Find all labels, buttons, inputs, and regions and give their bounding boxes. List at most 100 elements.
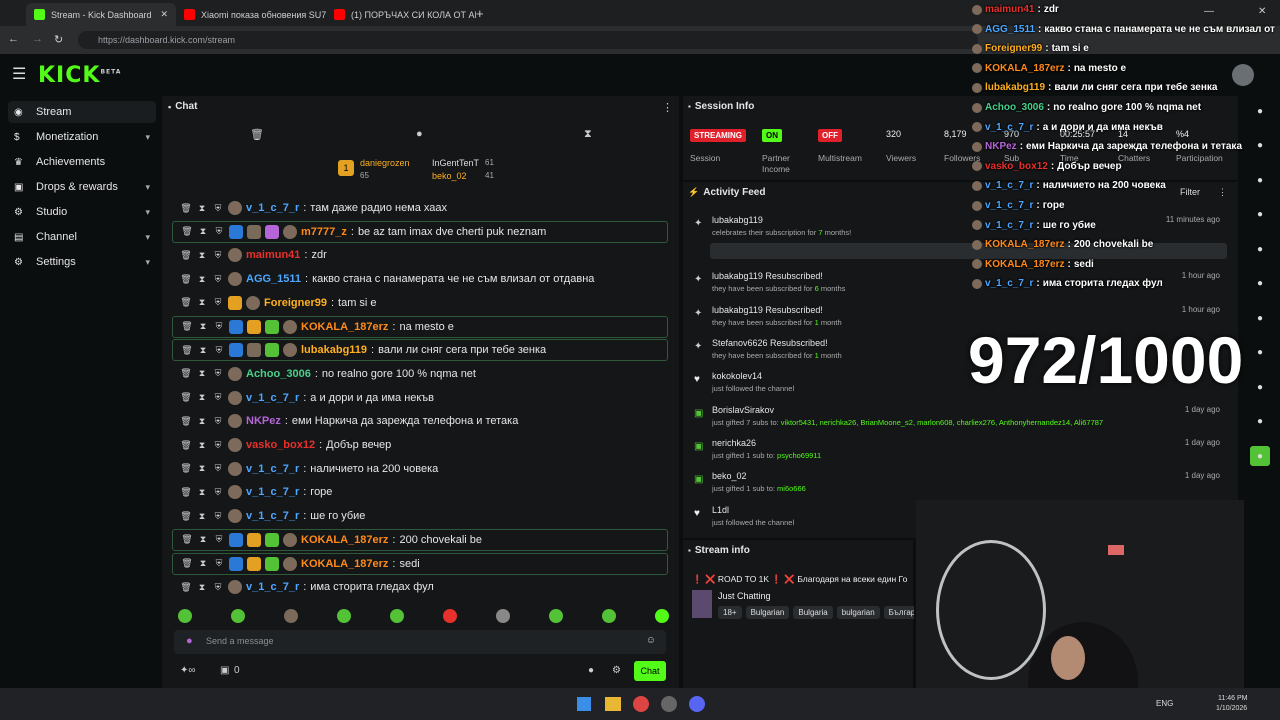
chevron-down-icon[interactable]: ▾	[145, 232, 150, 243]
delete-message-icon[interactable]: 🗑	[180, 203, 192, 214]
chat-username[interactable]: KOKALA_187erz	[301, 321, 388, 333]
delete-message-icon[interactable]: 🗑	[180, 274, 192, 285]
taskbar-time[interactable]: 11:46 PM	[1218, 695, 1247, 702]
chat-message[interactable]: 🗑 ⧗ ⛨ KOKALA_187erz: sedi	[172, 552, 668, 575]
bolt-icon[interactable]: ●	[1250, 205, 1270, 225]
windows-start-icon[interactable]	[577, 697, 591, 711]
sidebar-item-channel[interactable]: ▤ Channel ▾	[8, 226, 156, 248]
menu-icon[interactable]: ☰	[12, 64, 26, 84]
chat-username[interactable]: v_1_c_7_r	[246, 202, 299, 214]
emote-icon[interactable]	[337, 609, 351, 623]
activity-item[interactable]: ▣ BorislavSirakov just gifted 7 subs to: v…	[690, 405, 1230, 437]
timeout-icon[interactable]: ⧗	[197, 534, 209, 545]
chat-username[interactable]: v_1_c_7_r	[246, 510, 299, 522]
delete-message-icon[interactable]: 🗑	[180, 487, 192, 498]
chevron-down-icon[interactable]: ▾	[145, 207, 150, 218]
sidebar-item-achievements[interactable]: ♛ Achievements	[8, 151, 156, 173]
delete-message-icon[interactable]: 🗑	[180, 440, 192, 451]
delete-message-icon[interactable]: 🗑	[181, 345, 193, 356]
filter-button[interactable]: Filter	[1180, 187, 1200, 197]
chat-username[interactable]: NKPez	[246, 415, 281, 427]
edit-icon[interactable]: ●	[1250, 136, 1270, 156]
chat-message[interactable]: 🗑 ⧗ ⛨ maimun41: zdr	[172, 244, 668, 266]
timeout-icon[interactable]: ⧗	[196, 203, 208, 214]
layout-icon[interactable]: ●	[1250, 343, 1270, 363]
file-explorer-icon[interactable]	[605, 697, 621, 711]
chat-message[interactable]: 🗑 ⧗ ⛨ KOKALA_187erz: na mesto e	[172, 315, 668, 338]
browser-tab-kick[interactable]: Stream - Kick Dashboard ✕	[26, 3, 176, 26]
timeout-icon[interactable]: ⧗	[196, 392, 208, 403]
ban-icon[interactable]: ⛨	[212, 511, 224, 522]
chat-message[interactable]: 🗑 ⧗ ⛨ v_1_c_7_r: наличието на 200 човека	[172, 458, 668, 480]
delete-message-icon[interactable]: 🗑	[180, 297, 192, 308]
browser-tab-youtube-2[interactable]: (1) ПОРЪЧАХ СИ КОЛА ОТ АМ...	[326, 3, 476, 26]
ban-icon[interactable]: ⛨	[212, 368, 224, 379]
chat-message[interactable]: 🗑 ⧗ ⛨ v_1_c_7_r: има сторита гледах фул	[172, 576, 668, 598]
stream-tag[interactable]: Българ	[883, 606, 914, 619]
forward-icon[interactable]: →	[32, 33, 43, 45]
emote-icon[interactable]	[443, 609, 457, 623]
delete-message-icon[interactable]: 🗑	[180, 416, 192, 427]
delete-message-icon[interactable]: 🗑	[180, 392, 192, 403]
emote-icon[interactable]	[390, 609, 404, 623]
chat-message[interactable]: 🗑 ⧗ ⛨ v_1_c_7_r: а и дори и да има некъв	[172, 387, 668, 409]
trash-icon[interactable]: 🗑	[250, 128, 264, 141]
chat-username[interactable]: vasko_box12	[246, 439, 315, 451]
chat-username[interactable]: Foreigner99	[264, 297, 327, 309]
emoji-icon[interactable]: ☺	[646, 635, 656, 646]
discord-icon[interactable]	[689, 696, 705, 712]
ban-icon[interactable]: ⛨	[212, 440, 224, 451]
share-icon[interactable]: ●	[1250, 412, 1270, 432]
timeout-icon[interactable]: ⧗	[197, 558, 209, 569]
back-icon[interactable]: ←	[8, 33, 19, 45]
delete-message-icon[interactable]: 🗑	[180, 250, 192, 261]
minimize-icon[interactable]: —	[1204, 6, 1214, 17]
category-name[interactable]: Just Chatting	[718, 591, 771, 601]
timeout-icon[interactable]: ⧗	[196, 368, 208, 379]
activity-more-icon[interactable]: ⋮	[1218, 187, 1227, 198]
ban-icon[interactable]: ⛨	[212, 487, 224, 498]
obs-icon[interactable]	[661, 696, 677, 712]
chevron-down-icon[interactable]: ▾	[145, 182, 150, 193]
sidebar-item-settings[interactable]: ⚙ Settings ▾	[8, 251, 156, 273]
settings-icon[interactable]: ⚙	[612, 665, 621, 676]
chat-username[interactable]: v_1_c_7_r	[246, 486, 299, 498]
emote-icon[interactable]	[602, 609, 616, 623]
activity-item[interactable]: ▣ nerichka26 just gifted 1 sub to: psycho6…	[690, 438, 1230, 470]
chat-username[interactable]: v_1_c_7_r	[246, 392, 299, 404]
chat-message[interactable]: 🗑 ⧗ ⛨ v_1_c_7_r: ше го убие	[172, 505, 668, 527]
sidebar-item-stream[interactable]: ◉ Stream	[8, 101, 156, 123]
chat-username[interactable]: KOKALA_187erz	[301, 558, 388, 570]
kick-app-icon[interactable]: ●	[1250, 446, 1270, 466]
emote-icon[interactable]	[231, 609, 245, 623]
chat-input[interactable]: ● Send a message ☺	[174, 630, 666, 654]
timeout-icon[interactable]: ⧗	[196, 297, 208, 308]
chat-message[interactable]: 🗑 ⧗ ⛨ KOKALA_187erz:200 chovekali be	[172, 528, 668, 551]
avatar[interactable]	[1232, 64, 1254, 86]
timeout-icon[interactable]: ⧗	[197, 345, 209, 356]
taskbar-date[interactable]: 1/10/2026	[1216, 705, 1247, 712]
close-tab-icon[interactable]: ✕	[160, 9, 168, 20]
delete-message-icon[interactable]: 🗑	[180, 368, 192, 379]
stream-tag[interactable]: Bulgarian	[745, 606, 790, 619]
ban-icon[interactable]: ⛨	[212, 274, 224, 285]
ban-icon[interactable]: ⛨	[212, 582, 224, 593]
kick-logo[interactable]: KICKBETA	[38, 63, 121, 88]
window-close-icon[interactable]: ✕	[1258, 6, 1266, 17]
chat-username[interactable]: Achoo_3006	[246, 368, 311, 380]
camera-icon[interactable]: ●	[1250, 170, 1270, 190]
chat-bubble-icon[interactable]: ●	[1250, 274, 1270, 294]
activity-item[interactable]: ▣ beko_02 just gifted 1 sub to: mi6o666 1 d…	[690, 471, 1230, 503]
chat-message[interactable]: 🗑 ⧗ ⛨ Foreigner99: tam si e	[172, 292, 668, 314]
chat-message[interactable]: 🗑 ⧗ ⛨ v_1_c_7_r: там даже радио нема хаах	[172, 197, 668, 219]
timeout-icon[interactable]: ⧗	[196, 440, 208, 451]
chat-username[interactable]: v_1_c_7_r	[246, 581, 299, 593]
sidebar-item-monetization[interactable]: $ Monetization ▾	[8, 126, 156, 148]
chat-username[interactable]: lubakabg119	[301, 344, 367, 356]
timeout-icon[interactable]: ⧗	[196, 511, 208, 522]
chat-message[interactable]: 🗑 ⧗ ⛨ v_1_c_7_r: горе	[172, 481, 668, 503]
timeout-icon[interactable]: ⧗	[196, 416, 208, 427]
send-chat-button[interactable]: Chat	[634, 661, 666, 681]
chat-more-icon[interactable]: ⋮	[662, 101, 673, 114]
ban-icon[interactable]: ⛨	[212, 416, 224, 427]
